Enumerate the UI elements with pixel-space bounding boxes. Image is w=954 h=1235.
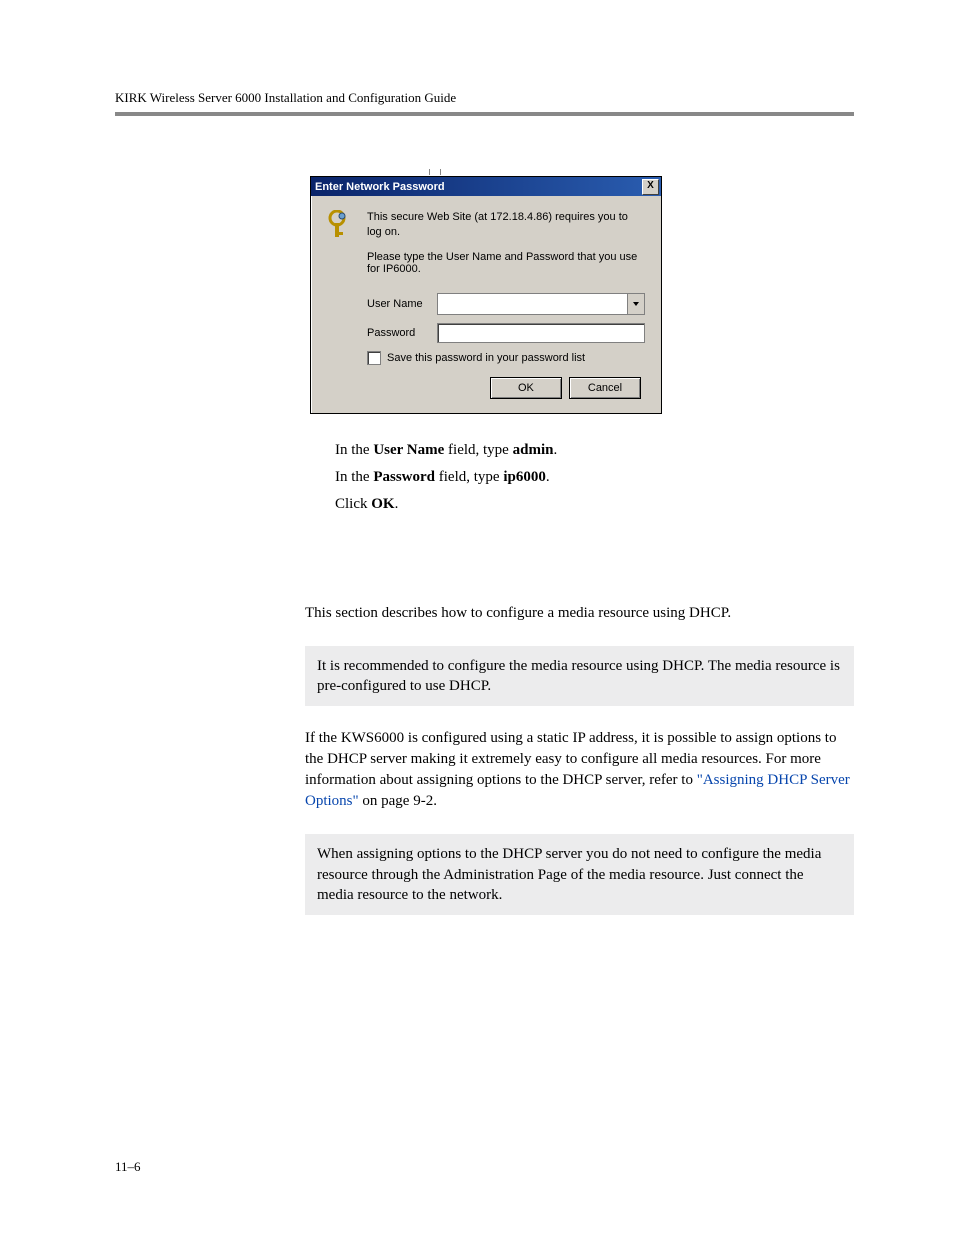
dialog-text-1: This secure Web Site (at 172.18.4.86) re…: [367, 210, 645, 241]
note-box-1: It is recommended to configure the media…: [305, 646, 854, 707]
chevron-down-icon: [633, 302, 639, 306]
step-3: Click OK.: [335, 496, 854, 513]
dialog-text-2: Please type the User Name and Password t…: [367, 251, 645, 275]
password-input[interactable]: [437, 323, 645, 343]
username-input[interactable]: [438, 294, 627, 314]
dialog-titlebar: Enter Network Password X: [311, 177, 661, 196]
key-icon: [327, 210, 353, 240]
note-box-2: When assigning options to the DHCP serve…: [305, 834, 854, 915]
dropdown-button[interactable]: [627, 294, 644, 314]
password-label: Password: [367, 327, 429, 339]
username-field[interactable]: [437, 293, 645, 315]
username-label: User Name: [367, 298, 429, 310]
ok-button[interactable]: OK: [490, 377, 562, 399]
page-number: 11–6: [115, 1159, 141, 1175]
cancel-button[interactable]: Cancel: [569, 377, 641, 399]
step-1: In the User Name field, type admin.: [335, 442, 854, 459]
close-icon[interactable]: X: [642, 179, 659, 195]
step-2: In the Password field, type ip6000.: [335, 469, 854, 486]
save-password-label: Save this password in your password list: [387, 352, 585, 364]
page-header: KIRK Wireless Server 6000 Installation a…: [115, 90, 854, 116]
section-paragraph: If the KWS6000 is configured using a sta…: [305, 728, 854, 812]
section-intro-text: This section describes how to configure …: [305, 603, 854, 624]
dialog-title: Enter Network Password: [315, 181, 445, 193]
window-handle: [429, 169, 441, 175]
save-password-checkbox[interactable]: [367, 351, 381, 365]
password-dialog: Enter Network Password X This secure Web…: [310, 176, 662, 414]
